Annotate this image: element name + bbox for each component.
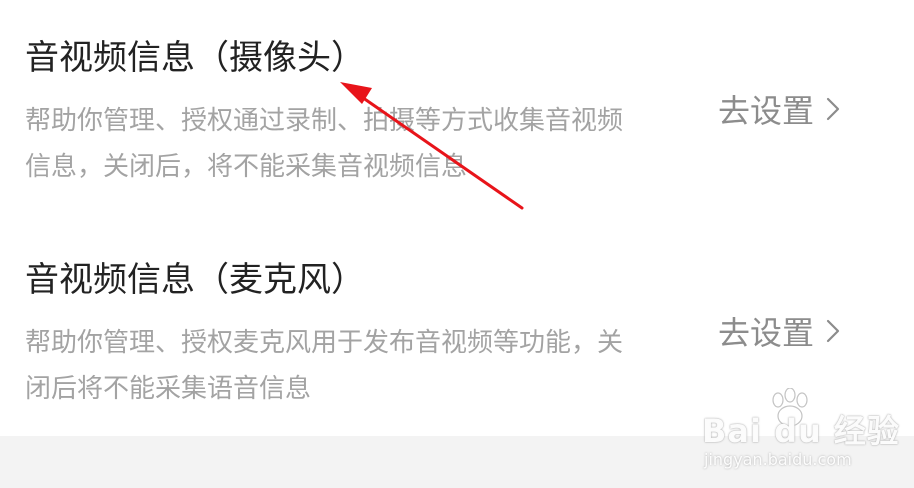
go-settings-label: 去设置 — [718, 314, 815, 352]
go-settings-button[interactable]: 去设置 — [718, 86, 840, 132]
item-title: 音视频信息（麦克风） — [25, 260, 365, 300]
bottom-section-background — [0, 436, 914, 488]
description-line: 闭后将不能采集语音信息 — [25, 374, 312, 404]
camera-permission-item[interactable]: 音视频信息（摄像头） 帮助你管理、授权通过录制、拍摄等方式收集音视频 信息，关闭… — [0, 0, 914, 220]
description-line: 帮助你管理、授权麦克风用于发布音视频等功能，关 — [25, 328, 624, 358]
description-line: 信息，关闭后，将不能采集音视频信息 — [25, 152, 468, 182]
description-line: 帮助你管理、授权通过录制、拍摄等方式收集音视频 — [25, 106, 624, 136]
go-settings-label: 去设置 — [718, 92, 815, 130]
chevron-right-icon — [826, 97, 840, 121]
item-description: 帮助你管理、授权通过录制、拍摄等方式收集音视频 信息，关闭后，将不能采集音视频信… — [25, 98, 675, 190]
chevron-right-icon — [826, 319, 840, 343]
microphone-permission-item[interactable]: 音视频信息（麦克风） 帮助你管理、授权麦克风用于发布音视频等功能，关 闭后将不能… — [0, 220, 914, 436]
go-settings-button[interactable]: 去设置 — [718, 308, 840, 354]
item-description: 帮助你管理、授权麦克风用于发布音视频等功能，关 闭后将不能采集语音信息 — [25, 320, 675, 412]
item-title: 音视频信息（摄像头） — [25, 38, 365, 78]
